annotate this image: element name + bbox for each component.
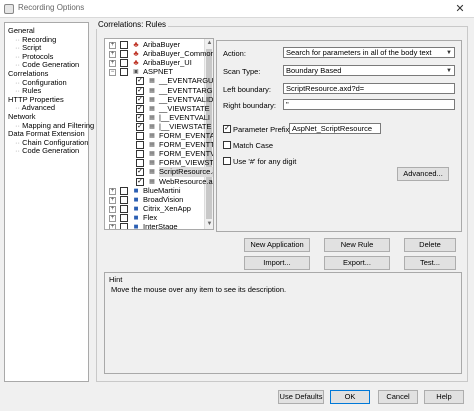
rule-checkbox[interactable] <box>136 159 144 168</box>
use-hash-checkbox[interactable] <box>223 157 231 165</box>
app-icon <box>4 4 14 14</box>
action-select[interactable]: Search for parameters in all of the body… <box>283 47 455 58</box>
rule-checkbox[interactable] <box>120 41 128 49</box>
rule-checkbox[interactable] <box>120 59 128 68</box>
expand-icon[interactable]: + <box>109 51 116 59</box>
left-boundary-label: Left boundary: <box>223 85 271 94</box>
scan-type-value: Boundary Based <box>286 66 342 75</box>
scroll-down-icon[interactable]: ▼ <box>205 220 213 229</box>
rule-checkbox[interactable] <box>136 141 144 150</box>
export-button[interactable]: Export... <box>324 256 390 270</box>
expand-icon[interactable]: + <box>109 224 116 229</box>
rule-checkbox[interactable]: ✓ <box>136 168 144 177</box>
collapse-icon[interactable]: − <box>109 69 116 77</box>
right-boundary-label: Right boundary: <box>223 101 276 110</box>
param-prefix-value: AspNet_ScriptResource <box>292 124 373 133</box>
rule-properties-panel: Action: Search for parameters in all of … <box>216 40 462 232</box>
tree-row[interactable]: + ■ InterStage <box>105 222 205 230</box>
rule-checkbox[interactable] <box>120 213 128 222</box>
advanced-button[interactable]: Advanced... <box>397 167 449 181</box>
window-title: Recording Options <box>18 3 85 12</box>
scan-type-label: Scan Type: <box>223 67 261 76</box>
rule-checkbox[interactable]: ✓ <box>136 113 144 122</box>
delete-button[interactable]: Delete <box>404 238 456 252</box>
expand-icon[interactable]: + <box>109 187 116 195</box>
match-case-label: Match Case <box>233 141 274 150</box>
tree-row-label: InterStage <box>143 222 178 230</box>
scan-type-select[interactable]: Boundary Based ▼ <box>283 65 455 76</box>
rule-checkbox[interactable] <box>120 223 128 229</box>
rule-checkbox[interactable]: ✓ <box>136 77 144 86</box>
rule-checkbox[interactable]: ✓ <box>136 95 144 104</box>
param-prefix-label: Parameter Prefix: <box>233 125 292 134</box>
expand-icon[interactable]: + <box>109 42 116 49</box>
param-prefix-input[interactable]: AspNet_ScriptResource <box>289 123 381 134</box>
left-boundary-value: ScriptResource.axd?d= <box>286 84 365 93</box>
scroll-up-icon[interactable]: ▲ <box>205 39 213 48</box>
correlations-group-label: Correlations: Rules <box>96 20 169 29</box>
new-application-button[interactable]: New Application <box>244 238 310 252</box>
expand-icon[interactable]: + <box>109 60 116 68</box>
rule-checkbox[interactable] <box>120 186 128 195</box>
rule-checkbox[interactable] <box>120 204 128 213</box>
rule-checkbox[interactable] <box>120 50 128 59</box>
title-bar: Recording Options ✕ <box>0 0 474 18</box>
expand-icon[interactable]: + <box>109 196 116 204</box>
options-nav-tree: General ·· Recording ·· Script ·· Protocols… <box>4 22 94 382</box>
action-select-value: Search for parameters in all of the body… <box>286 48 432 57</box>
action-label: Action: <box>223 49 246 58</box>
rule-checkbox[interactable]: ✓ <box>136 86 144 95</box>
param-prefix-checkbox[interactable]: ✓ <box>223 125 231 133</box>
hint-box: Hint Move the mouse over any item to see… <box>104 272 462 374</box>
rule-checkbox[interactable] <box>136 150 144 159</box>
nav-item[interactable]: ·· Code Generation <box>15 146 79 155</box>
rule-checkbox[interactable] <box>136 132 144 140</box>
rule-checkbox[interactable] <box>120 195 128 204</box>
nav-item-label: Code Generation <box>22 146 80 156</box>
app-icon: ■ <box>133 222 139 230</box>
use-hash-label: Use '#' for any digit <box>233 157 297 166</box>
right-boundary-input[interactable]: " <box>283 99 455 110</box>
left-boundary-input[interactable]: ScriptResource.axd?d= <box>283 83 455 94</box>
cancel-button[interactable]: Cancel <box>378 390 418 404</box>
import-button[interactable]: Import... <box>244 256 310 270</box>
rule-checkbox[interactable]: ✓ <box>136 122 144 131</box>
match-case-checkbox[interactable] <box>223 141 231 149</box>
rules-tree[interactable]: ▲ ▼ + ♣ AribaBuyer + ♣ AribaBuyer_Commor + ♣ Ari… <box>104 38 214 230</box>
rule-checkbox[interactable]: ✓ <box>136 104 144 113</box>
ok-button[interactable]: OK <box>330 390 370 404</box>
right-boundary-value: " <box>286 100 289 109</box>
expand-icon[interactable]: + <box>109 205 116 213</box>
new-rule-button[interactable]: New Rule <box>324 238 390 252</box>
rule-checkbox[interactable] <box>120 68 128 77</box>
use-defaults-button[interactable]: Use Defaults <box>278 390 324 404</box>
close-icon[interactable]: ✕ <box>446 0 474 18</box>
hint-title: Hint <box>109 275 123 284</box>
test-button[interactable]: Test... <box>404 256 456 270</box>
hint-text: Move the mouse over any item to see its … <box>111 285 287 294</box>
chevron-down-icon[interactable]: ▼ <box>445 67 453 75</box>
chevron-down-icon[interactable]: ▼ <box>445 49 453 57</box>
expand-icon[interactable]: + <box>109 214 116 222</box>
rule-checkbox[interactable]: ✓ <box>136 177 144 186</box>
help-button[interactable]: Help <box>424 390 464 404</box>
